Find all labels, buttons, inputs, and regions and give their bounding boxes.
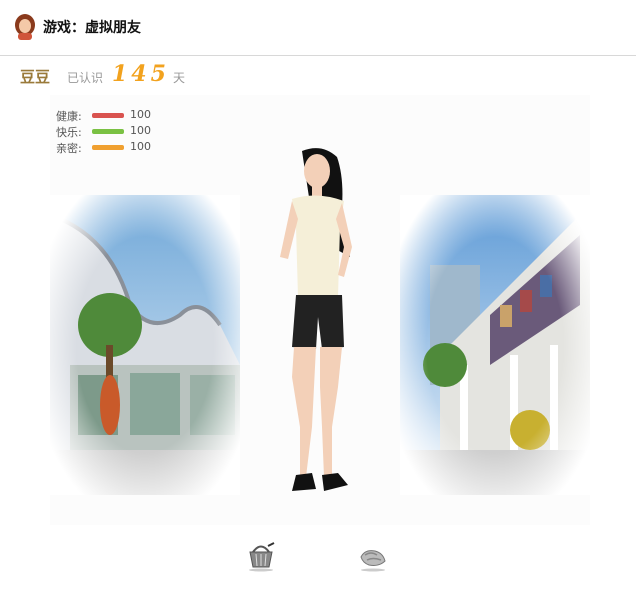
stat-label: 健康: — [56, 110, 82, 123]
days-count: 145 — [112, 61, 170, 87]
stat-label: 亲密: — [56, 142, 82, 155]
hand-interact-icon[interactable] — [355, 541, 389, 573]
street-scene-right — [400, 195, 590, 495]
health-bar — [92, 113, 124, 118]
shopping-basket-icon[interactable] — [244, 540, 278, 572]
intimacy-bar — [92, 145, 124, 150]
happiness-bar — [92, 129, 124, 134]
game-scene — [50, 95, 590, 525]
street-scene-left — [50, 195, 240, 495]
known-label: 已认识 — [67, 71, 104, 85]
friend-name: 豆豆 — [20, 68, 51, 86]
day-unit: 天 — [173, 71, 186, 85]
stat-value: 100 — [130, 108, 151, 121]
header: 游戏：虚拟朋友 — [0, 0, 636, 56]
stat-value: 100 — [130, 140, 151, 153]
stat-label: 快乐: — [56, 126, 82, 139]
page-title: 游戏：虚拟朋友 — [43, 20, 141, 36]
stat-value: 100 — [130, 124, 151, 137]
girl-avatar-icon — [15, 14, 35, 40]
virtual-friend-character[interactable] — [262, 147, 372, 502]
